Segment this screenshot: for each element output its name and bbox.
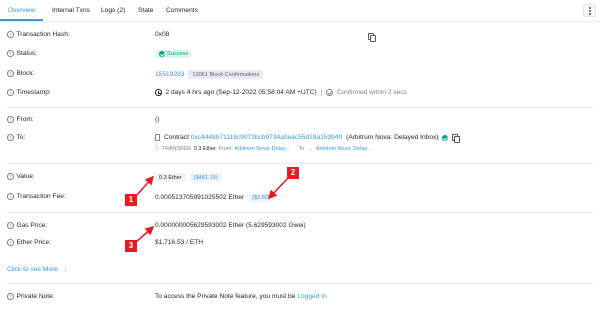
annotation-marker-2: 2 bbox=[287, 167, 299, 179]
annotation-arrow-1 bbox=[135, 175, 154, 197]
annotation-arrows bbox=[135, 175, 289, 243]
annotation-arrow-3 bbox=[135, 226, 155, 243]
annotation-marker-1: 1 bbox=[125, 194, 137, 206]
annotation-arrow-2 bbox=[267, 177, 289, 200]
annotation-marker-3: 3 bbox=[125, 240, 137, 252]
